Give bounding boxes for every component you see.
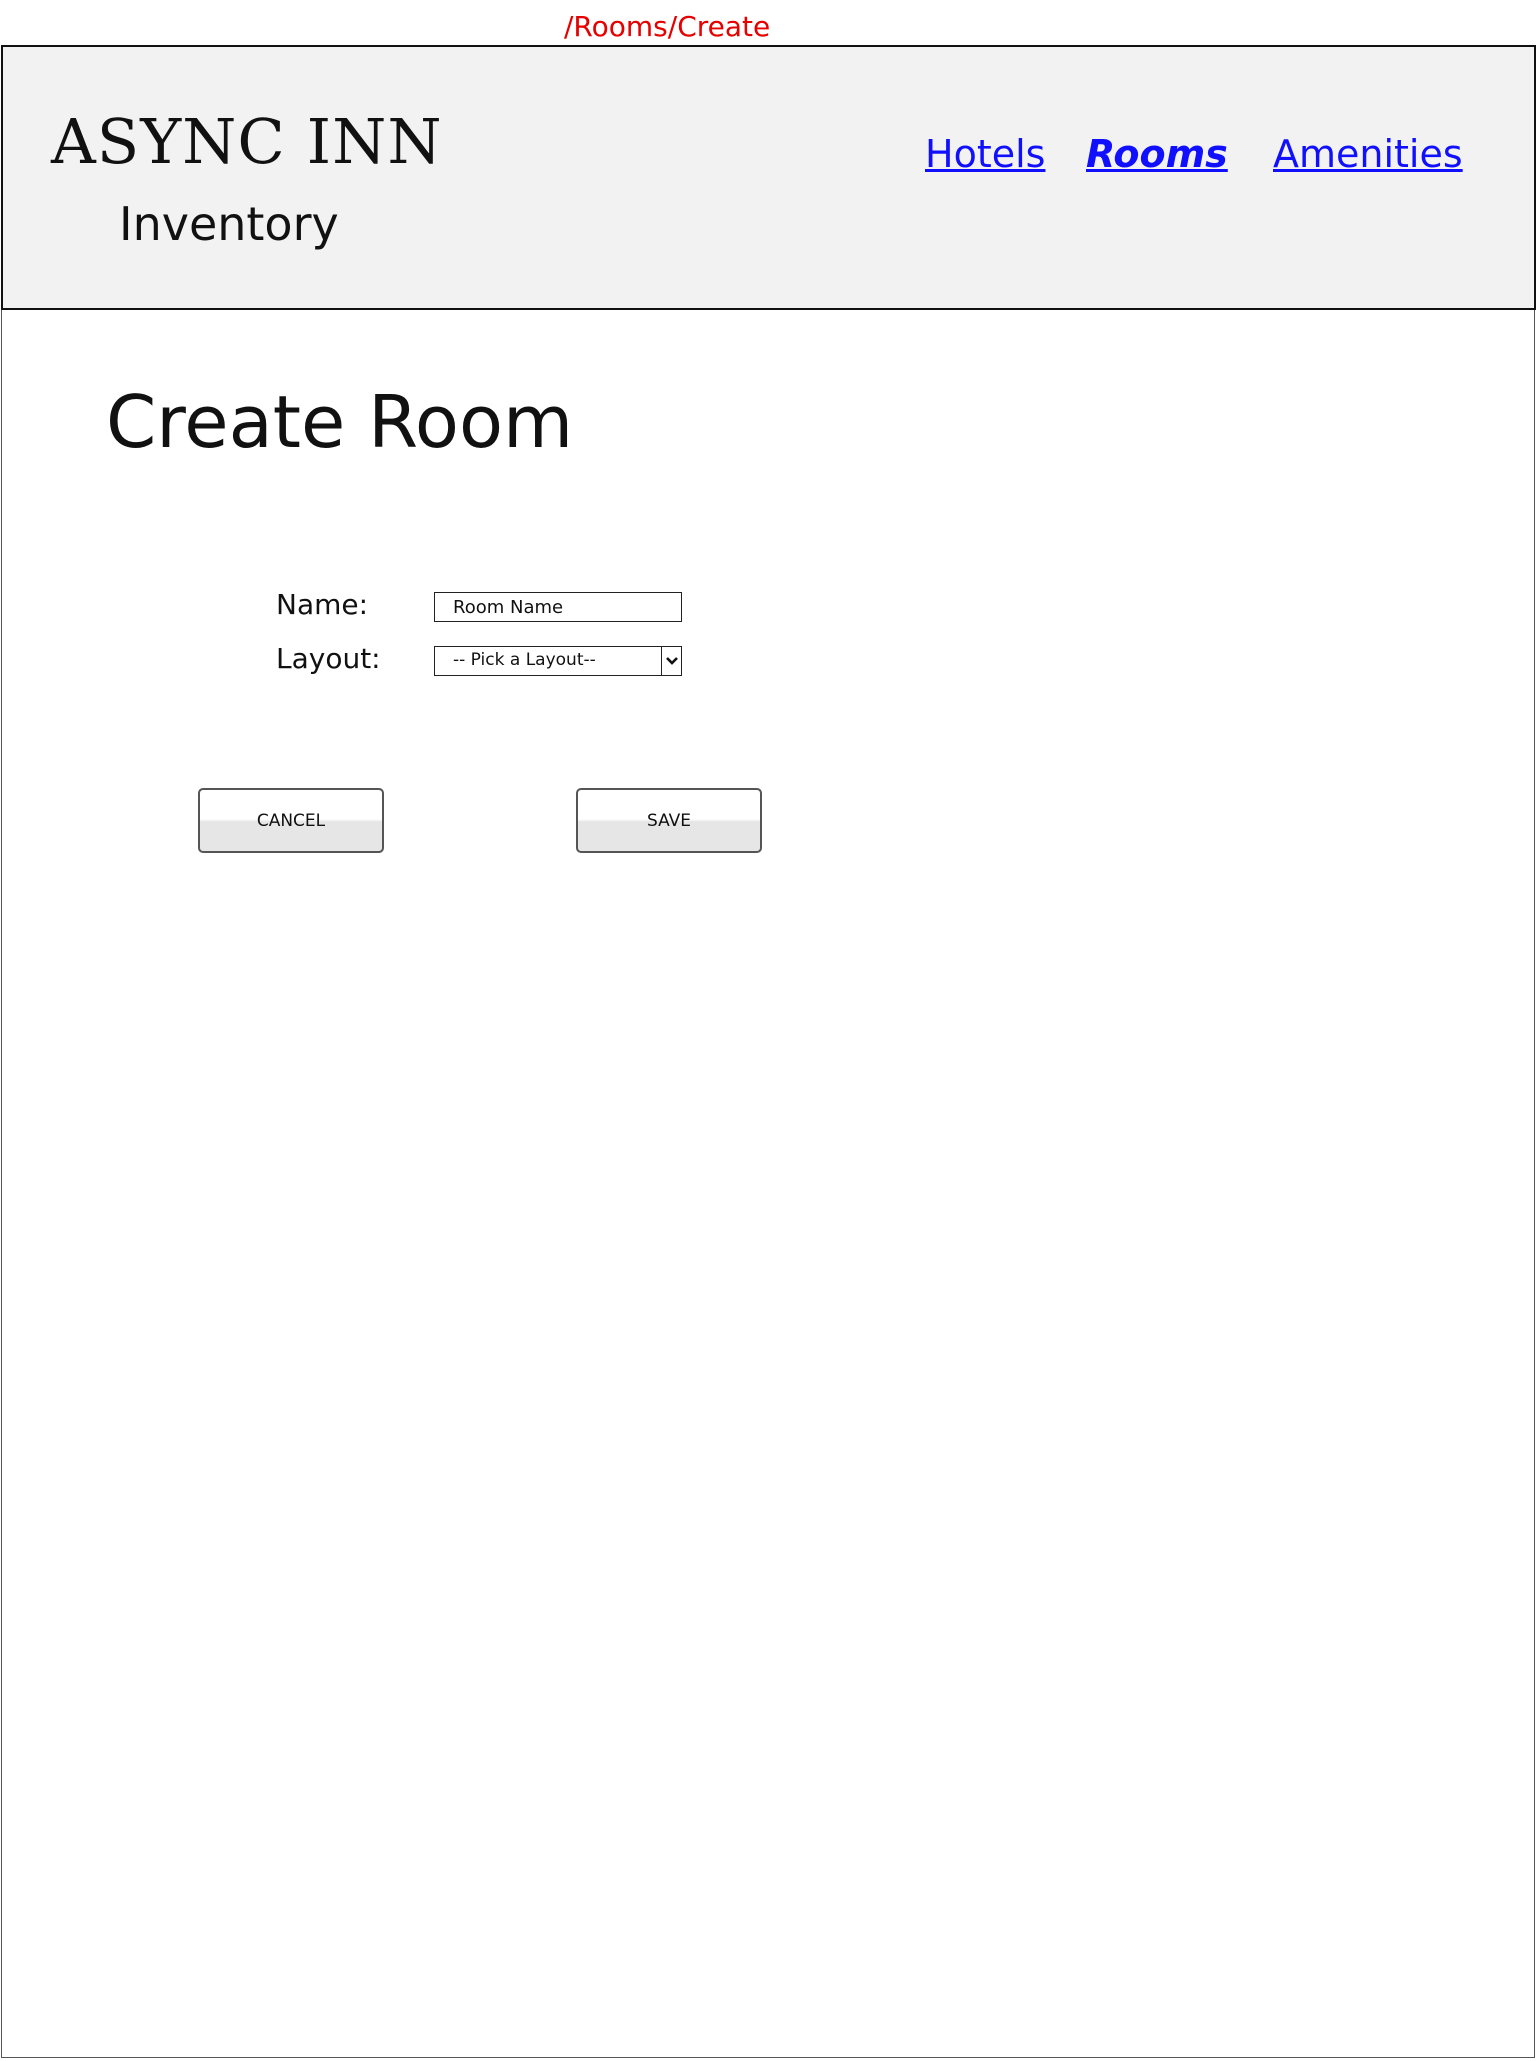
page-title: Create Room (106, 380, 574, 464)
chevron-down-icon[interactable] (661, 647, 681, 675)
brand-subtitle: Inventory (119, 197, 339, 251)
layout-select-value: -- Pick a Layout-- (453, 650, 596, 670)
layout-label: Layout: (276, 642, 381, 675)
nav-link-amenities[interactable]: Amenities (1273, 132, 1463, 176)
nav-link-hotels[interactable]: Hotels (925, 132, 1045, 176)
save-button[interactable]: SAVE (576, 788, 762, 853)
main-nav: Hotels Rooms Amenities (3, 132, 1534, 192)
layout-select[interactable]: -- Pick a Layout-- (434, 646, 682, 676)
nav-link-rooms[interactable]: Rooms (1086, 132, 1228, 176)
name-label: Name: (276, 588, 369, 621)
page-frame (1, 45, 1535, 2058)
cancel-button[interactable]: CANCEL (198, 788, 384, 853)
app-header: ASYNC INN Inventory Hotels Rooms Ameniti… (1, 45, 1536, 310)
room-name-input[interactable] (434, 592, 682, 622)
route-label: /Rooms/Create (564, 10, 771, 43)
